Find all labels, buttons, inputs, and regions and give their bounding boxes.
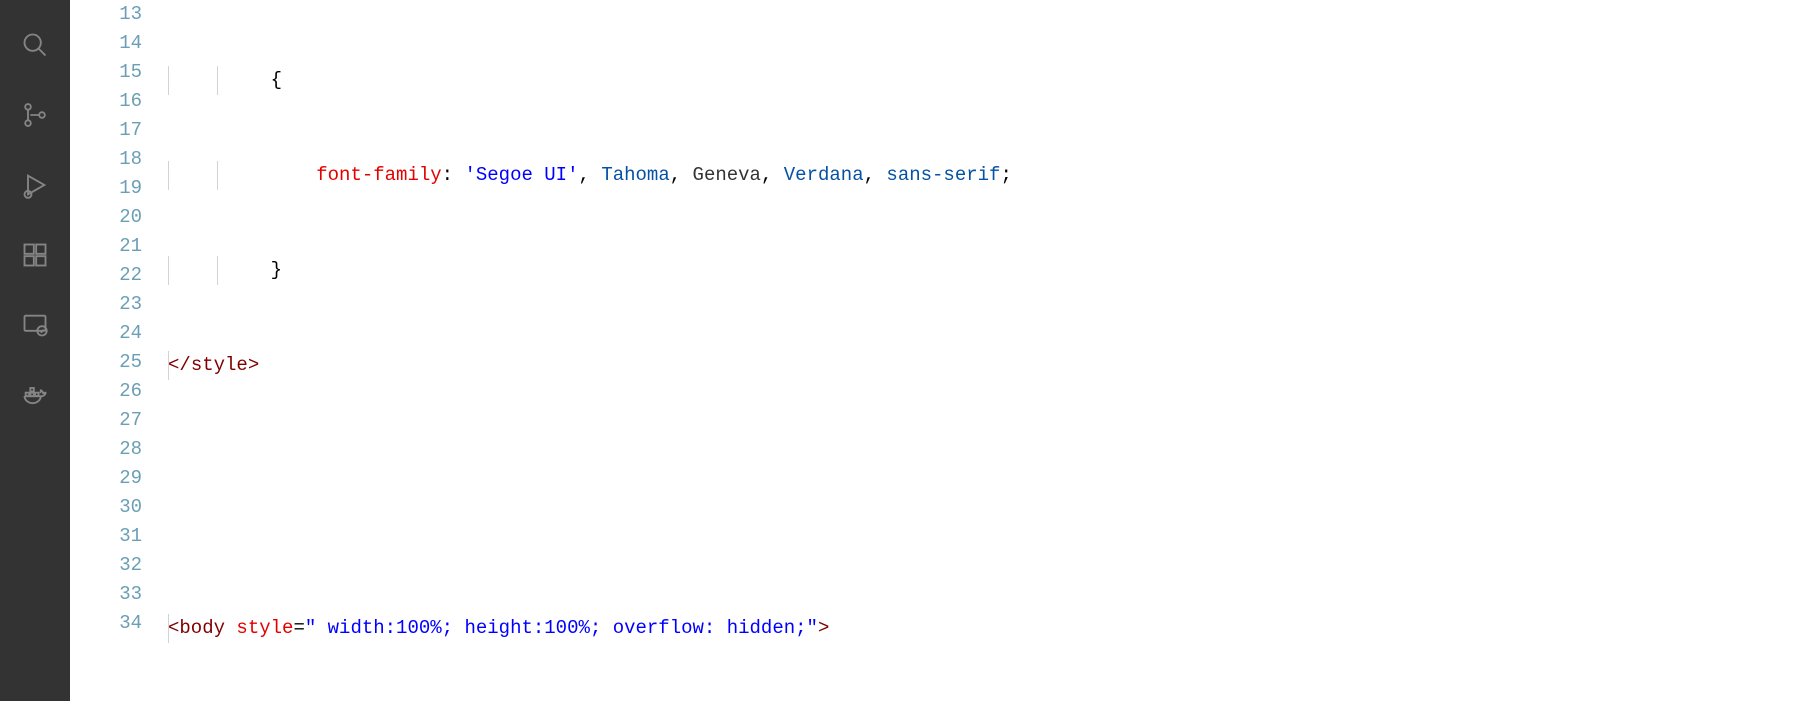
code-line xyxy=(168,446,1801,475)
code-line: font-family: 'Segoe UI', Tahoma, Geneva,… xyxy=(168,161,1801,190)
line-number: 33 xyxy=(70,580,168,609)
line-number-gutter: 1314151617181920212223242526272829303132… xyxy=(70,0,168,701)
code-token: = xyxy=(293,617,304,639)
code-token: 'Segoe UI' xyxy=(464,164,578,186)
line-number: 25 xyxy=(70,348,168,377)
code-token: > xyxy=(248,354,259,376)
line-number: 26 xyxy=(70,377,168,406)
code-token: < xyxy=(168,617,179,639)
run-debug-icon[interactable] xyxy=(0,150,70,220)
code-token: Verdana xyxy=(784,164,864,186)
extensions-icon[interactable] xyxy=(0,220,70,290)
code-token: </ xyxy=(168,354,191,376)
line-number: 22 xyxy=(70,261,168,290)
line-number: 34 xyxy=(70,609,168,638)
code-token: > xyxy=(818,617,829,639)
code-token: font-family xyxy=(316,164,441,186)
code-token: style xyxy=(191,354,248,376)
line-number: 21 xyxy=(70,232,168,261)
line-number: 23 xyxy=(70,290,168,319)
code-token: style xyxy=(236,617,293,639)
code-token: body xyxy=(179,617,225,639)
line-number: 14 xyxy=(70,29,168,58)
line-number: 16 xyxy=(70,87,168,116)
docker-icon[interactable] xyxy=(0,360,70,430)
code-token: : xyxy=(442,164,453,186)
line-number: 24 xyxy=(70,319,168,348)
code-area[interactable]: { font-family: 'Segoe UI', Tahoma, Genev… xyxy=(168,0,1801,701)
code-token: Tahoma xyxy=(601,164,669,186)
editor-pane: 1314151617181920212223242526272829303132… xyxy=(70,0,1801,701)
code-line: </style> xyxy=(168,351,1801,380)
code-line: { xyxy=(168,66,1801,95)
code-token: " width:100%; height:100%; overflow: hid… xyxy=(305,617,818,639)
line-number: 20 xyxy=(70,203,168,232)
line-number: 29 xyxy=(70,464,168,493)
line-number: 32 xyxy=(70,551,168,580)
code-token: ; xyxy=(1000,164,1011,186)
line-number: 15 xyxy=(70,58,168,87)
line-number: 18 xyxy=(70,145,168,174)
line-number: 28 xyxy=(70,435,168,464)
activity-bar xyxy=(0,0,70,701)
code-token: } xyxy=(271,259,282,281)
line-number: 13 xyxy=(70,0,168,29)
code-token: sans-serif xyxy=(886,164,1000,186)
code-line: } xyxy=(168,256,1801,285)
line-number: 31 xyxy=(70,522,168,551)
search-icon[interactable] xyxy=(0,10,70,80)
remote-explorer-icon[interactable] xyxy=(0,290,70,360)
line-number: 19 xyxy=(70,174,168,203)
code-token: Geneva xyxy=(693,164,761,186)
line-number: 27 xyxy=(70,406,168,435)
code-line xyxy=(168,519,1801,548)
code-line: <body style=" width:100%; height:100%; o… xyxy=(168,614,1801,643)
source-control-icon[interactable] xyxy=(0,80,70,150)
line-number: 30 xyxy=(70,493,168,522)
line-number: 17 xyxy=(70,116,168,145)
code-token: { xyxy=(271,69,282,91)
